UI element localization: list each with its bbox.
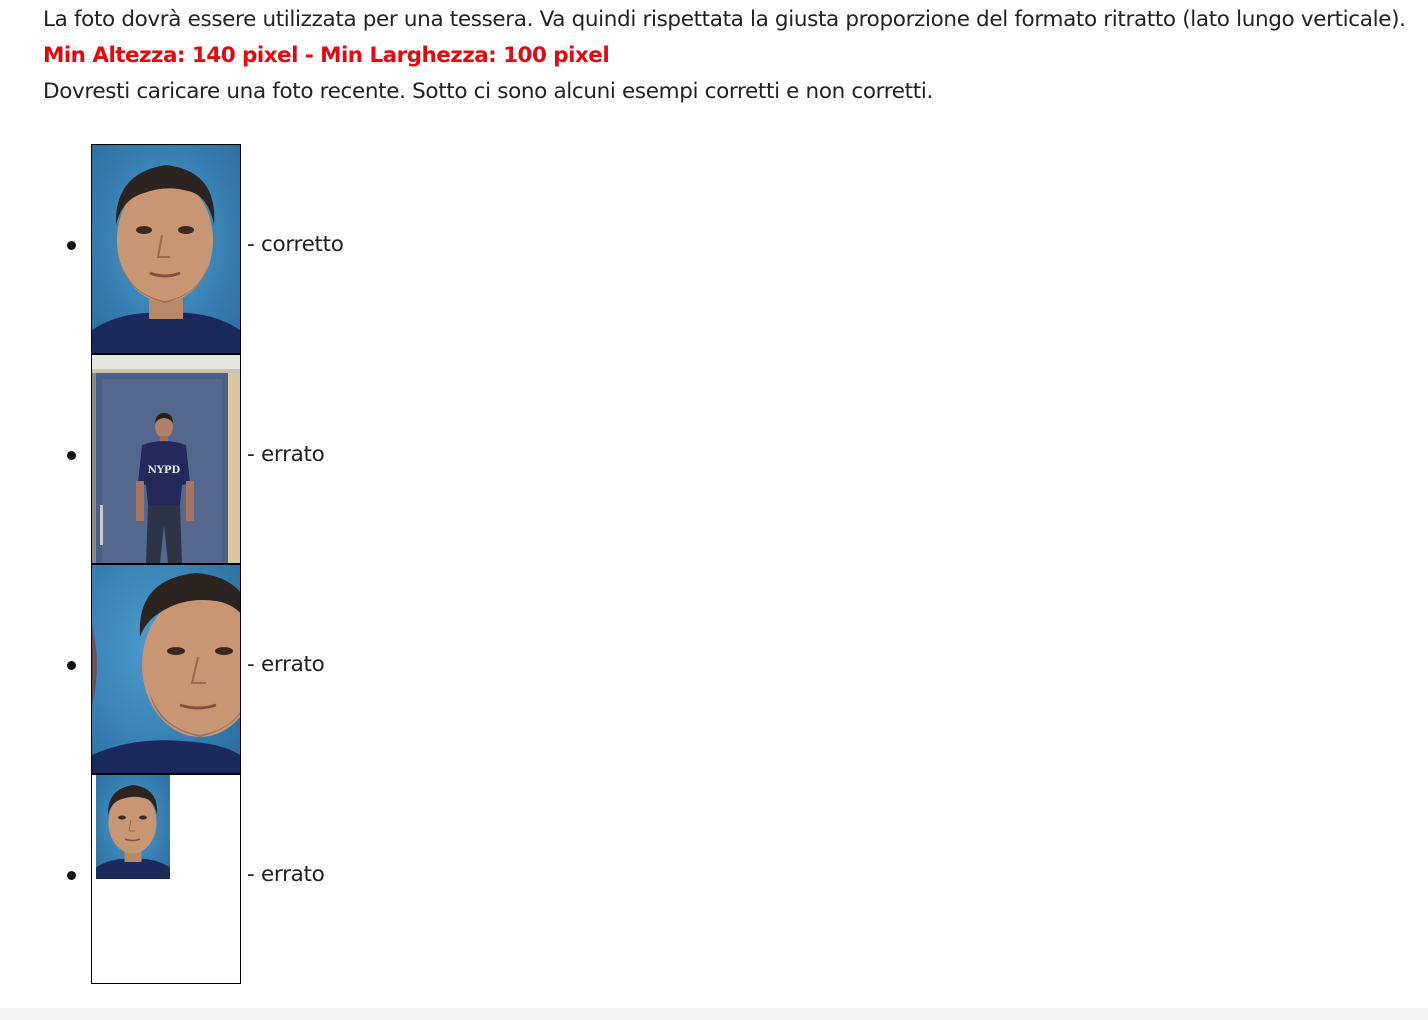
intro-text: La foto dovrà essere utilizzata per una … [43,7,1406,32]
off-center-photo-image [92,565,240,773]
bullet [67,871,76,880]
example-photo-off-center [91,564,241,774]
example-caption: - corretto [247,232,344,257]
recent-photo-text: Dovresti caricare una foto recente. Sott… [43,79,933,104]
headshot-photo-image [92,145,240,353]
example-photo-too-small [91,774,241,984]
example-caption: - errato [247,652,325,677]
example-caption: - errato [247,442,325,467]
example-photo-correct [91,144,241,354]
instructions: La foto dovrà essere utilizzata per una … [43,0,1423,984]
size-requirement: Min Altezza: 140 pixel - Min Larghezza: … [43,43,610,68]
footer-bar [0,1008,1428,1020]
bullet [67,661,76,670]
full-body-photo-image: NYPD [92,355,240,563]
example-caption: - errato [247,862,325,887]
example-photo-full-body: NYPD [91,354,241,564]
bullet [67,451,76,460]
small-headshot-photo-image [96,775,170,879]
bullet [67,241,76,250]
shirt-print-text: NYPD [148,465,181,476]
